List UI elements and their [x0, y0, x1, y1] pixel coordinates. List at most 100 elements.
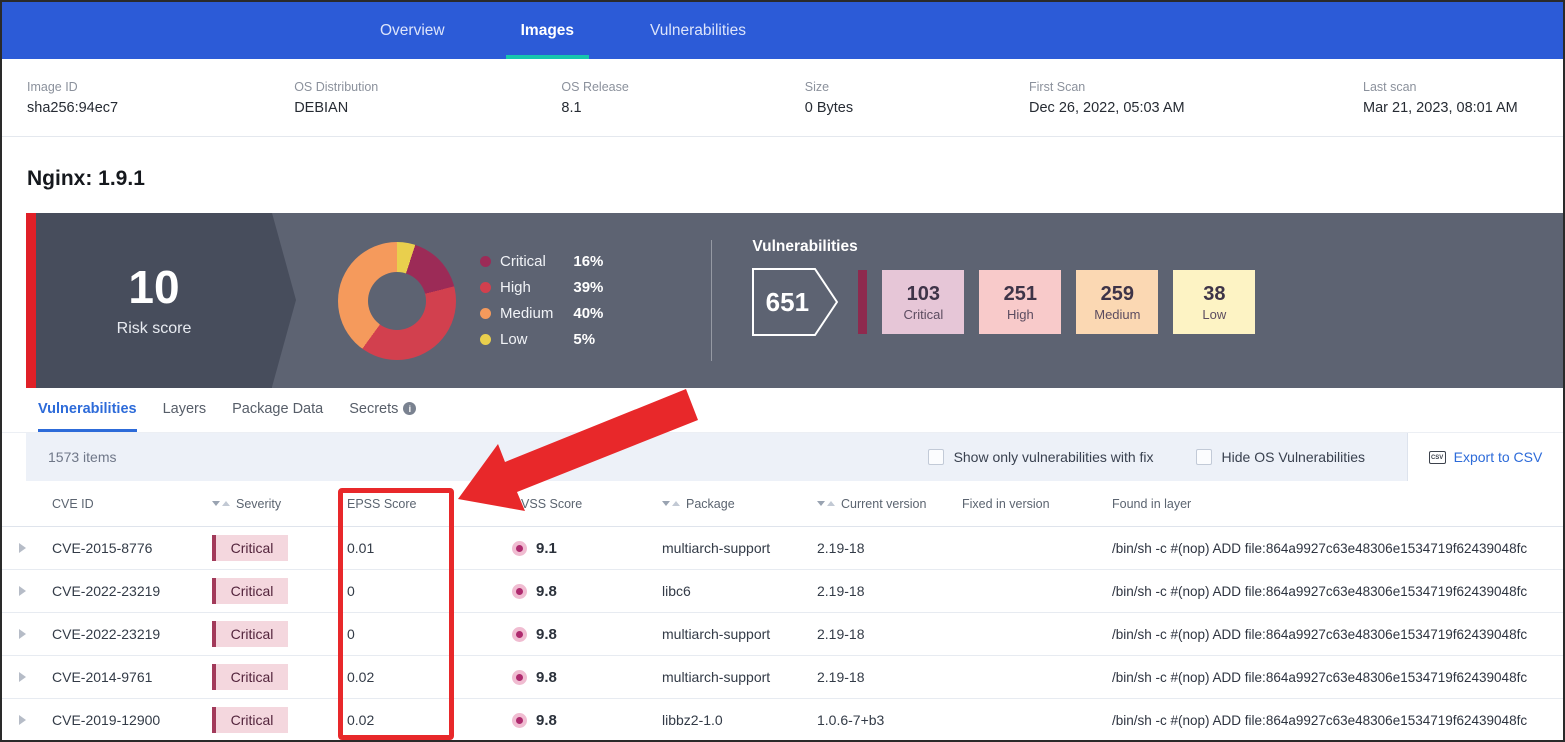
meta-value: 0 Bytes — [805, 100, 1029, 116]
vuln-count: 259 — [1101, 283, 1134, 305]
cvss-score: 9.1 — [536, 540, 557, 557]
total-vulnerabilities-badge: 651 — [752, 268, 838, 336]
meta-value: Dec 26, 2022, 05:03 AM — [1029, 100, 1363, 116]
column-label: Found in layer — [1112, 497, 1191, 511]
legend-dot-3 — [480, 334, 491, 345]
export-to-csv-button[interactable]: CSV Export to CSV — [1407, 433, 1563, 481]
app-window: Overview Images Vulnerabilities Image ID… — [0, 0, 1565, 742]
risk-block-arrow — [272, 213, 296, 387]
column-header-fixed-in-version[interactable]: Fixed in version — [952, 497, 1102, 511]
cve-id[interactable]: CVE-2022-23219 — [42, 583, 202, 599]
tab-layers[interactable]: Layers — [163, 388, 207, 432]
table-row[interactable]: CVE-2014-9761 Critical 0.02 9.8 multiarc… — [2, 656, 1563, 699]
package-name: multiarch-support — [652, 669, 807, 685]
sort-icon[interactable] — [662, 501, 680, 506]
legend-item-high: High — [480, 279, 553, 296]
panel-divider — [711, 240, 712, 361]
tab-vulnerabilities[interactable]: Vulnerabilities — [38, 388, 137, 432]
cvss-score: 9.8 — [536, 583, 557, 600]
donut-legend: Critical 16% High 39% Medium 40% Low 5% — [480, 253, 627, 348]
nav-tab-images[interactable]: Images — [521, 2, 574, 59]
expand-row-icon[interactable] — [19, 586, 26, 596]
meta-label: Size — [805, 80, 1029, 94]
column-header-cve-id[interactable]: CVE ID — [42, 497, 202, 511]
column-header-package[interactable]: Package — [652, 497, 807, 511]
cvss-score-icon — [512, 541, 527, 556]
cvss-score: 9.8 — [536, 626, 557, 643]
nav-tab-vulnerabilities[interactable]: Vulnerabilities — [650, 2, 746, 59]
risk-score-label: Risk score — [117, 320, 192, 338]
tab-package-data[interactable]: Package Data — [232, 388, 323, 432]
risk-score-block: 10 Risk score — [36, 213, 272, 388]
table-row[interactable]: CVE-2022-23219 Critical 0 9.8 libc6 2.19… — [2, 570, 1563, 613]
sort-icon[interactable] — [817, 501, 835, 506]
expand-row-icon[interactable] — [19, 629, 26, 639]
cve-id[interactable]: CVE-2019-12900 — [42, 712, 202, 728]
sort-icon[interactable] — [212, 501, 230, 506]
vuln-label: High — [1007, 307, 1034, 322]
risk-summary-panel: 10 Risk score Critical 16% High 39% Medi… — [26, 213, 1563, 388]
vulnerabilities-heading: Vulnerabilities — [752, 238, 1255, 256]
nav-tab-overview[interactable]: Overview — [380, 2, 445, 59]
meta-label: Last scan — [1363, 80, 1563, 94]
csv-file-icon: CSV — [1429, 451, 1446, 464]
column-label: Severity — [236, 497, 281, 511]
expand-row-icon[interactable] — [19, 543, 26, 553]
severity-badge: Critical — [212, 707, 288, 733]
meta-value: sha256:94ec7 — [27, 100, 294, 116]
meta-value: DEBIAN — [294, 100, 561, 116]
severity-badge: Critical — [212, 535, 288, 561]
column-header-severity[interactable]: Severity — [202, 497, 337, 511]
show-only-fix-checkbox[interactable] — [928, 449, 944, 465]
tab-secrets-label: Secrets — [349, 401, 398, 417]
legend-label: Critical — [500, 253, 546, 270]
vuln-count: 251 — [1004, 283, 1037, 305]
epss-score: 0.02 — [337, 669, 502, 685]
export-label: Export to CSV — [1454, 449, 1543, 465]
info-icon: i — [403, 402, 416, 415]
meta-label: Image ID — [27, 80, 294, 94]
tab-secrets[interactable]: Secrets i — [349, 388, 416, 432]
legend-label: Low — [500, 331, 528, 348]
image-metadata-strip: Image ID sha256:94ec7 OS Distribution DE… — [2, 59, 1563, 137]
column-header-found-in-layer[interactable]: Found in layer — [1102, 497, 1563, 511]
epss-score: 0 — [337, 583, 502, 599]
column-header-cvss-score[interactable]: CVSS Score — [502, 497, 652, 511]
legend-label: Medium — [500, 305, 553, 322]
column-label: Current version — [841, 497, 926, 511]
current-version: 2.19-18 — [807, 626, 952, 642]
vulnerabilities-summary: Vulnerabilities 651 103 Critical 251 Hig… — [752, 213, 1255, 388]
meta-last-scan: Last scan Mar 21, 2023, 08:01 AM — [1363, 80, 1563, 116]
legend-pct: 39% — [573, 279, 627, 296]
legend-pct: 16% — [573, 253, 627, 270]
severity-badge: Critical — [212, 578, 288, 604]
found-in-layer: /bin/sh -c #(nop) ADD file:864a9927c63e4… — [1102, 627, 1563, 642]
package-name: libbz2-1.0 — [652, 712, 807, 728]
legend-item-low: Low — [480, 331, 553, 348]
vuln-box-2: 259 Medium — [1076, 270, 1158, 334]
legend-pct: 40% — [573, 305, 627, 322]
meta-label: OS Release — [561, 80, 804, 94]
epss-score: 0.01 — [337, 540, 502, 556]
legend-dot-1 — [480, 282, 491, 293]
expand-row-icon[interactable] — [19, 715, 26, 725]
current-version: 2.19-18 — [807, 669, 952, 685]
column-label: Fixed in version — [962, 497, 1050, 511]
cve-id[interactable]: CVE-2022-23219 — [42, 626, 202, 642]
cve-id[interactable]: CVE-2014-9761 — [42, 669, 202, 685]
expand-row-icon[interactable] — [19, 672, 26, 682]
filter-label: Hide OS Vulnerabilities — [1222, 449, 1365, 465]
column-header-current-version[interactable]: Current version — [807, 497, 952, 511]
cvss-score: 9.8 — [536, 669, 557, 686]
severity-badge: Critical — [212, 621, 288, 647]
table-row[interactable]: CVE-2022-23219 Critical 0 9.8 multiarch-… — [2, 613, 1563, 656]
vuln-count: 103 — [907, 283, 940, 305]
column-header-epss-score[interactable]: EPSS Score — [337, 497, 502, 511]
cve-id[interactable]: CVE-2015-8776 — [42, 540, 202, 556]
table-row[interactable]: CVE-2015-8776 Critical 0.01 9.1 multiarc… — [2, 527, 1563, 570]
total-vulnerabilities-count: 651 — [752, 268, 838, 336]
hide-os-vulns-checkbox[interactable] — [1196, 449, 1212, 465]
table-row[interactable]: CVE-2019-12900 Critical 0.02 9.8 libbz2-… — [2, 699, 1563, 742]
found-in-layer: /bin/sh -c #(nop) ADD file:864a9927c63e4… — [1102, 541, 1563, 556]
legend-label: High — [500, 279, 531, 296]
